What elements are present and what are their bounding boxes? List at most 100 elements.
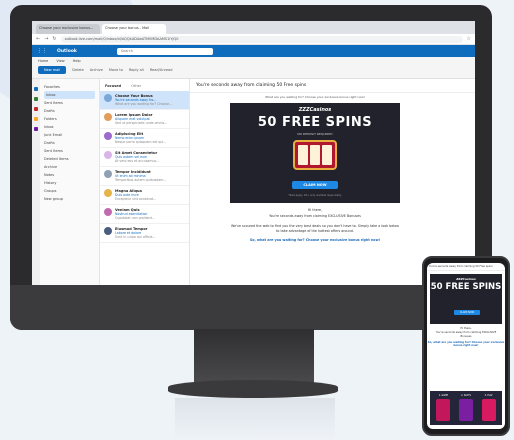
folder-item[interactable]: Sent Items [44, 147, 95, 155]
list-item[interactable]: Adipiscing Elit Nemo enim ipsam Neque porr… [100, 129, 189, 148]
folder-item[interactable]: Drafts [44, 107, 95, 115]
browser-tabbar: Choose your exclusive bonus... Choose yo… [32, 21, 475, 34]
list-item[interactable]: Choose Your Bonus You're seconds away fro… [100, 91, 189, 110]
list-item[interactable]: Lorem Ipsum Dolor Aliquam erat volutpat Se… [100, 110, 189, 129]
game-thumbnail [458, 399, 473, 421]
ribbon-tab-help[interactable]: Help [73, 59, 81, 63]
avatar [104, 94, 112, 102]
mail-search-input[interactable]: Search [116, 47, 213, 55]
mail-icon[interactable] [34, 87, 38, 91]
message-preview: Temporibus autem quibusdam... [115, 178, 167, 182]
browser-tab-active[interactable]: Choose your bonus - Mail [102, 24, 166, 34]
phone-hero-title: 50 FREE SPINS [430, 282, 502, 292]
message-list: Focused Other Choose Your Bonus You're se… [100, 79, 190, 287]
list-item[interactable]: Tempor Incididunt Ut enim ad minima Tempor… [100, 167, 189, 186]
hero-title: 50 FREE SPINS [257, 115, 373, 130]
read-unread-button[interactable]: Read/Unread [150, 68, 173, 72]
folder-item[interactable]: Notes [44, 171, 95, 179]
slot-machine-icon [293, 140, 337, 170]
ribbon-tab-view[interactable]: View [56, 59, 64, 63]
folder-item[interactable]: Favorites [44, 83, 95, 91]
ribbon-tools: New mail Delete Archive Move to Reply al… [38, 66, 469, 74]
view-online-link[interactable]: What are you waiting for? Choose your ex… [230, 95, 400, 99]
email-line2: We've scoured the web to find you the ve… [231, 224, 399, 233]
game-thumbnail [481, 399, 496, 421]
message-preview: Sed ut perspiciatis unde omnis... [115, 121, 168, 125]
phone-mail-header: You're seconds away from claiming 50 Fre… [427, 263, 505, 271]
app-launcher-icon[interactable]: ⋮⋮ [37, 48, 47, 54]
message-preview: At vero eos et accusamus... [115, 159, 160, 163]
avatar [104, 208, 112, 216]
ribbon-tabs: Home View Help [38, 59, 469, 63]
folder-item[interactable]: Sent Items [44, 99, 95, 107]
url-input[interactable]: outlook.live.com/mail/0/inbox/id/AQQkADA… [60, 35, 463, 43]
email-line1: You're seconds away from claiming EXCLUS… [269, 214, 361, 218]
star-icon[interactable]: ☆ [467, 36, 471, 42]
tab-other[interactable]: Other [131, 84, 141, 88]
new-mail-button[interactable]: New mail [38, 66, 67, 74]
folder-item[interactable]: Drafts [44, 139, 95, 147]
folder-item[interactable]: Junk Email [44, 131, 95, 139]
claim-now-button[interactable]: CLAIM NOW [292, 181, 338, 189]
phone-line1: You're seconds away from claiming EXCLUS… [435, 331, 497, 338]
monitor-screen: Choose your exclusive bonus... Choose yo… [32, 21, 475, 287]
list-item[interactable]: Magna Aliqua Duis aute irure Excepteur sin… [100, 186, 189, 205]
app-rail [32, 79, 40, 287]
outlook-topbar: ⋮⋮ Outlook Search [32, 45, 475, 57]
folder-item[interactable]: Inbox [44, 123, 95, 131]
folder-item[interactable]: Folders [44, 115, 95, 123]
ribbon-tab-home[interactable]: Home [38, 59, 48, 63]
message-preview: Cupidatat non proident... [115, 216, 155, 220]
game-card[interactable]: 1. GAME [434, 394, 452, 422]
game-card[interactable]: 3. PLAY [480, 394, 498, 422]
calendar-icon[interactable] [34, 97, 38, 101]
avatar [104, 170, 112, 178]
forward-icon[interactable]: → [44, 36, 48, 42]
slot-reel [322, 145, 332, 165]
phone-question: So, what are you waiting for? Choose you… [427, 341, 505, 347]
email-hero: ZZZCasinos 50 FREE SPINS NO DEPOSIT REQU… [230, 103, 400, 203]
game-label: 1. GAME [438, 394, 448, 397]
reload-icon[interactable]: ↻ [52, 36, 56, 42]
outlook-brand: Outlook [57, 48, 77, 54]
reply-all-button[interactable]: Reply all [129, 68, 144, 72]
todo-icon[interactable] [34, 127, 38, 131]
back-icon[interactable]: ← [36, 36, 40, 42]
list-item[interactable]: Sit Amet Consectetur Quis autem vel eum At… [100, 148, 189, 167]
phone-casino-logo: ZZZCasinos [456, 277, 476, 281]
phone-claim-button[interactable]: CLAIM NOW [454, 310, 480, 315]
folder-item[interactable]: History [44, 179, 95, 187]
message-preview: Sunt in culpa qui officia... [115, 235, 156, 239]
list-item[interactable]: Veniam Quis Nostrud exercitation Cupidatat… [100, 205, 189, 224]
folder-item[interactable]: Groups [44, 187, 95, 195]
archive-button[interactable]: Archive [90, 68, 103, 72]
slot-reel [310, 145, 320, 165]
message-preview: What are you waiting for? Choose... [115, 102, 172, 106]
list-item[interactable]: Eiusmod Tempor Labore et dolore Sunt in cu… [100, 224, 189, 243]
message-preview: Neque porro quisquam est qui... [115, 140, 167, 144]
email-content: What are you waiting for? Choose your ex… [230, 95, 400, 242]
browser-tab[interactable]: Choose your exclusive bonus... [36, 24, 100, 34]
delete-button[interactable]: Delete [72, 68, 84, 72]
game-label: 3. PLAY [484, 394, 493, 397]
game-thumbnail [436, 399, 451, 421]
tab-focused[interactable]: Focused [105, 84, 121, 88]
promo-stage: Choose your exclusive bonus... Choose yo… [0, 0, 514, 440]
folder-item-inbox[interactable]: Inbox [44, 91, 95, 99]
email-question: So, what are you waiting for? Choose you… [249, 238, 381, 242]
folder-item[interactable]: New group [44, 195, 95, 203]
move-to-button[interactable]: Move to [109, 68, 123, 72]
avatar [104, 132, 112, 140]
message-preview: Excepteur sint occaecat... [115, 197, 157, 201]
folder-item[interactable]: Archive [44, 163, 95, 171]
avatar [104, 113, 112, 121]
folder-item[interactable]: Deleted Items [44, 155, 95, 163]
game-card[interactable]: 2. SLOTS [457, 394, 475, 422]
slot-reel [298, 145, 308, 165]
files-icon[interactable] [34, 117, 38, 121]
email-greeting: Hi there, [307, 208, 323, 212]
phone-email-hero: ZZZCasinos 50 FREE SPINS CLAIM NOW [430, 274, 502, 324]
avatar [104, 189, 112, 197]
people-icon[interactable] [34, 107, 38, 111]
monitor-stand-neck [194, 329, 314, 384]
